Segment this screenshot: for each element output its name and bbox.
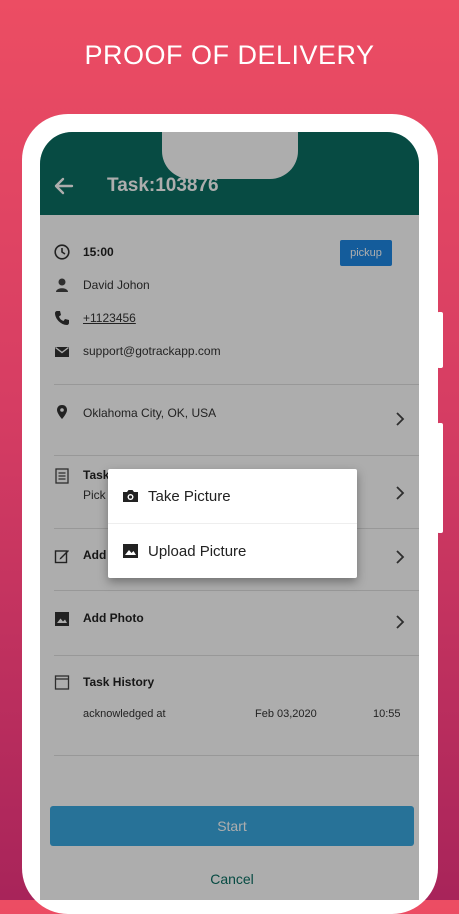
app-screen: Task:103876 15:00 David Johon +1123456 s… xyxy=(40,132,419,900)
picture-options-dialog: Take Picture Upload Picture xyxy=(108,469,357,578)
take-picture-option[interactable]: Take Picture xyxy=(108,469,357,523)
upload-picture-option[interactable]: Upload Picture xyxy=(108,524,357,578)
upload-picture-label: Upload Picture xyxy=(148,543,247,560)
camera-icon xyxy=(123,490,138,502)
image-icon xyxy=(123,544,138,558)
take-picture-label: Take Picture xyxy=(148,488,231,505)
phone-side-button xyxy=(437,312,443,368)
phone-side-button xyxy=(437,423,443,533)
page-headline: PROOF OF DELIVERY xyxy=(84,40,375,70)
